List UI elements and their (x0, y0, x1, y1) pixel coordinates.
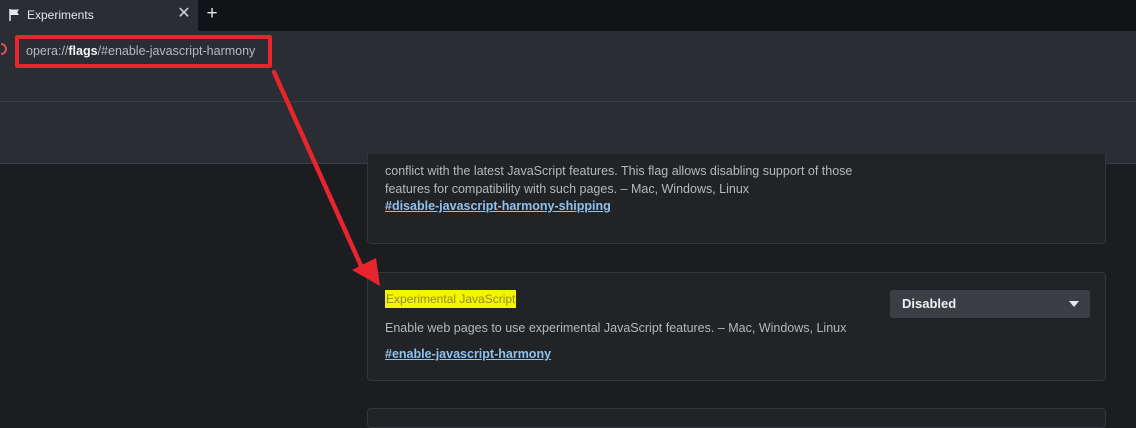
flags-list: conflict with the latest JavaScript feat… (0, 154, 1136, 428)
address-input[interactable]: opera://flags/#enable-javascript-harmony (26, 44, 255, 58)
flag-card-experimental-javascript: Experimental JavaScript Enable web pages… (367, 272, 1106, 381)
opera-icon (0, 43, 8, 55)
flag-title: Experimental JavaScript (385, 290, 517, 308)
url-path: /#enable-javascript-harmony (97, 44, 256, 58)
flag-state-select[interactable]: Disabled (890, 290, 1090, 318)
flag-description: Enable web pages to use experimental Jav… (385, 321, 847, 335)
tab-strip: Experiments ✕ + (0, 0, 1136, 31)
url-scheme: opera:// (26, 44, 69, 58)
flag-card-disable-harmony-shipping: conflict with the latest JavaScript feat… (367, 154, 1106, 244)
flag-icon (8, 8, 22, 22)
url-host: flags (68, 44, 98, 58)
new-tab-button[interactable]: + (203, 4, 221, 24)
flag-card-next (367, 408, 1106, 428)
flag-description: conflict with the latest JavaScript feat… (385, 164, 853, 196)
flag-anchor-link[interactable]: #disable-javascript-harmony-shipping (385, 199, 611, 213)
select-value: Disabled (902, 296, 957, 311)
tab-title: Experiments (27, 8, 94, 22)
flag-anchor-link[interactable]: #enable-javascript-harmony (385, 347, 551, 361)
tab-experiments[interactable]: Experiments ✕ (0, 0, 198, 31)
chevron-down-icon (1069, 301, 1079, 307)
close-icon[interactable]: ✕ (175, 5, 193, 23)
